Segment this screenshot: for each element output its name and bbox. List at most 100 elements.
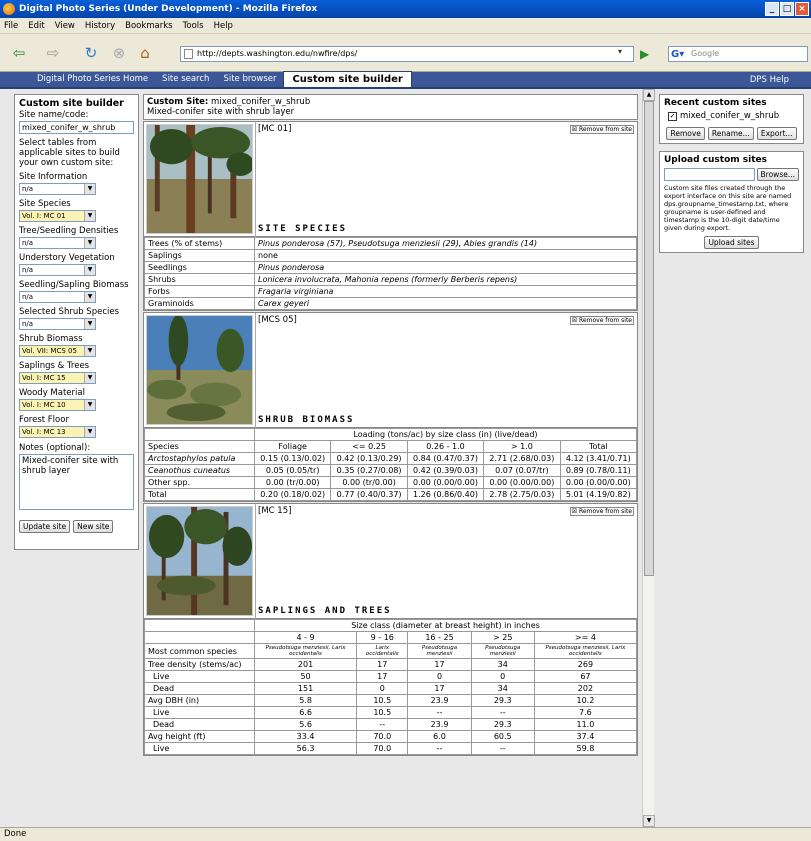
dropdown-arrow-icon[interactable]: ▼: [84, 292, 95, 302]
select-site-species[interactable]: Vol. I: MC 01 ▼: [19, 210, 96, 222]
table-cell: 17: [407, 658, 472, 671]
url-dropdown-icon[interactable]: ▾: [618, 47, 622, 56]
select-shrub-biomass[interactable]: Vol. VII: MCS 05 ▼: [19, 345, 96, 357]
update-site-button[interactable]: Update site: [19, 520, 71, 533]
tab-site-browser[interactable]: Site browser: [216, 74, 283, 87]
table-header-row: Size class (diameter at breast height) i…: [144, 619, 637, 632]
upload-description: Custom site files created through the ex…: [664, 184, 792, 232]
back-arrow-icon[interactable]: ⇦: [8, 43, 30, 63]
select-forest-floor[interactable]: Vol. I: MC 13 ▼: [19, 426, 96, 438]
table-row: Saplings none: [144, 249, 637, 262]
site-photo: [146, 315, 253, 425]
rename-button[interactable]: Rename...: [707, 127, 754, 140]
close-button[interactable]: ×: [795, 2, 809, 16]
select-value: Vol. VII: MCS 05: [22, 347, 77, 355]
select-value: n/a: [22, 320, 34, 328]
remove-from-site-link[interactable]: ☒ Remove from site: [569, 316, 634, 325]
species-category: Shrubs: [144, 273, 255, 286]
dropdown-arrow-icon[interactable]: ▼: [84, 265, 95, 275]
reload-icon[interactable]: ↻: [80, 43, 102, 63]
address-bar[interactable]: http://depts.washington.edu/nwfire/dps/: [180, 46, 634, 62]
species-category: Seedlings: [144, 261, 255, 274]
site-code: [MCS 05]: [258, 315, 297, 325]
right-panel: Recent custom sites ✓ mixed_conifer_w_sh…: [659, 94, 804, 260]
page-scrollbar[interactable]: ▲ ▼: [642, 89, 655, 827]
recent-site-name: mixed_conifer_w_shrub: [680, 111, 780, 121]
menu-history[interactable]: History: [85, 21, 115, 31]
site-name-input[interactable]: mixed_conifer_w_shrub: [19, 121, 134, 134]
dropdown-arrow-icon[interactable]: ▼: [84, 427, 95, 437]
minimize-button[interactable]: _: [765, 2, 779, 16]
select-woody-material[interactable]: Vol. I: MC 10 ▼: [19, 399, 96, 411]
maximize-button[interactable]: □: [780, 2, 794, 16]
upload-sites-button[interactable]: Upload sites: [704, 236, 759, 249]
select-site-information[interactable]: n/a ▼: [19, 183, 96, 195]
scroll-thumb[interactable]: [644, 101, 654, 576]
dropdown-arrow-icon[interactable]: ▼: [84, 211, 95, 221]
dropdown-arrow-icon[interactable]: ▼: [84, 373, 95, 383]
go-arrow-icon[interactable]: ▶: [640, 46, 654, 62]
table-row: Shrubs Lonicera involucrata, Mahonia repe…: [144, 273, 637, 286]
tab-site-search[interactable]: Site search: [155, 74, 216, 87]
tab-custom-site-builder[interactable]: Custom site builder: [283, 71, 412, 87]
browse-button[interactable]: Browse...: [756, 168, 799, 181]
column-header: >= 4: [533, 631, 638, 644]
file-path-input[interactable]: [664, 168, 755, 181]
dropdown-arrow-icon[interactable]: ▼: [84, 319, 95, 329]
stop-icon[interactable]: ⊗: [108, 43, 130, 63]
species-name: Pseudotsuga menziesii: [485, 645, 521, 657]
select-value: Vol. I: MC 13: [22, 428, 66, 436]
export-button[interactable]: Export...: [756, 127, 797, 140]
recent-site-item[interactable]: ✓ mixed_conifer_w_shrub: [668, 111, 799, 121]
dropdown-arrow-icon[interactable]: ▼: [84, 184, 95, 194]
dropdown-arrow-icon[interactable]: ▼: [84, 400, 95, 410]
table-cell: 202: [533, 682, 638, 695]
menu-edit[interactable]: Edit: [28, 21, 44, 31]
table-row: Live 50 17 0 0 67: [144, 670, 638, 683]
google-icon[interactable]: G▾: [671, 48, 684, 62]
notes-label: Notes (optional):: [19, 443, 91, 453]
dps-help-link[interactable]: DPS Help: [750, 75, 789, 85]
tab-dps-home[interactable]: Digital Photo Series Home: [30, 74, 155, 87]
menu-view[interactable]: View: [55, 21, 75, 31]
home-icon[interactable]: ⌂: [134, 43, 156, 63]
recent-site-buttons: Remove Rename... Export...: [664, 127, 799, 140]
menu-tools[interactable]: Tools: [183, 21, 204, 31]
table-cell: 34: [470, 658, 535, 671]
scroll-up-icon[interactable]: ▲: [643, 89, 655, 101]
species-category: Saplings: [144, 249, 255, 262]
new-site-button[interactable]: New site: [73, 520, 114, 533]
select-tree-seedling-densities[interactable]: n/a ▼: [19, 237, 96, 249]
table-cell: 17: [356, 670, 409, 683]
table-cell: --: [356, 718, 409, 731]
table-cell: --: [470, 706, 535, 719]
card-header: [MCS 05] SHRUB BIOMASS ☒ Remove from sit…: [144, 313, 637, 428]
table-cell: 269: [533, 658, 638, 671]
forward-arrow-icon[interactable]: ⇨: [42, 43, 64, 63]
select-selected-shrub-species[interactable]: n/a ▼: [19, 318, 96, 330]
photo-divider: [255, 504, 256, 619]
species-list: Pinus ponderosa (57), Pseudotsuga menzie…: [254, 237, 637, 250]
field-label-site-information: Site Information: [19, 172, 88, 182]
select-seedling-sapling-biomass[interactable]: n/a ▼: [19, 291, 96, 303]
site-name-label: Site name/code:: [19, 110, 89, 120]
table-cell: 2.78 (2.75/0.03): [483, 488, 561, 501]
remove-from-site-link[interactable]: ☒ Remove from site: [569, 507, 634, 516]
notes-textarea[interactable]: Mixed-conifer site with shrub layer: [19, 454, 134, 510]
dropdown-arrow-icon[interactable]: ▼: [84, 346, 95, 356]
remove-from-site-link[interactable]: ☒ Remove from site: [569, 125, 634, 134]
menu-bookmarks[interactable]: Bookmarks: [125, 21, 173, 31]
menu-help[interactable]: Help: [214, 21, 233, 31]
table-cell: 11.0: [533, 718, 638, 731]
table-cell: 0.15 (0.13/0.02): [253, 452, 332, 465]
site-tab-bar: Digital Photo Series Home Site search Si…: [0, 71, 811, 89]
select-saplings-trees[interactable]: Vol. I: MC 15 ▼: [19, 372, 96, 384]
select-understory-vegetation[interactable]: n/a ▼: [19, 264, 96, 276]
remove-button[interactable]: Remove: [666, 127, 705, 140]
search-box[interactable]: G▾ Google: [668, 46, 808, 62]
scroll-down-icon[interactable]: ▼: [643, 815, 655, 827]
menu-file[interactable]: File: [4, 21, 18, 31]
checkbox-checked-icon[interactable]: ✓: [668, 111, 677, 121]
dropdown-arrow-icon[interactable]: ▼: [84, 238, 95, 248]
table-row: Live 6.6 10.5 -- -- 7.6: [144, 706, 638, 719]
